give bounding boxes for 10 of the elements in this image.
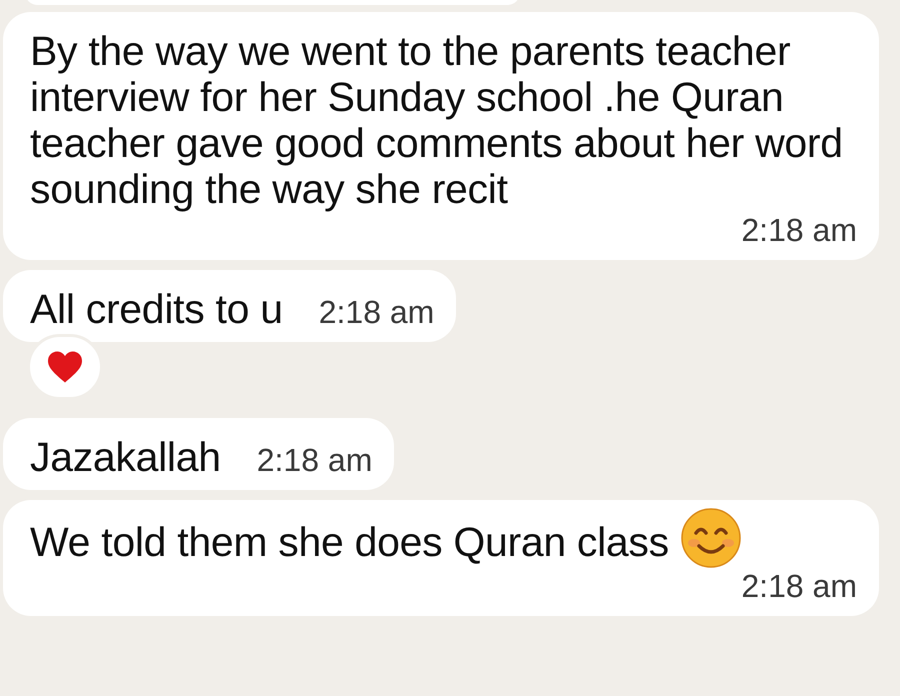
message-text: By the way we went to the parents teacher interview for her Sunday school .he Quran teacher gave good comments about her word sounding the way she recit [30,28,844,212]
message-text: Jazakallah [30,434,221,480]
message-time: 2:18 am [318,294,434,330]
heart-icon [46,350,84,384]
message-text: We told them she does Quran class [30,519,669,565]
message-time: 2:18 am [256,442,372,478]
message-time: 2:18 am [740,568,857,604]
message-text: All credits to u [30,286,283,332]
message-time: 2:18 am [740,212,857,248]
smiling-face-icon [680,508,741,568]
